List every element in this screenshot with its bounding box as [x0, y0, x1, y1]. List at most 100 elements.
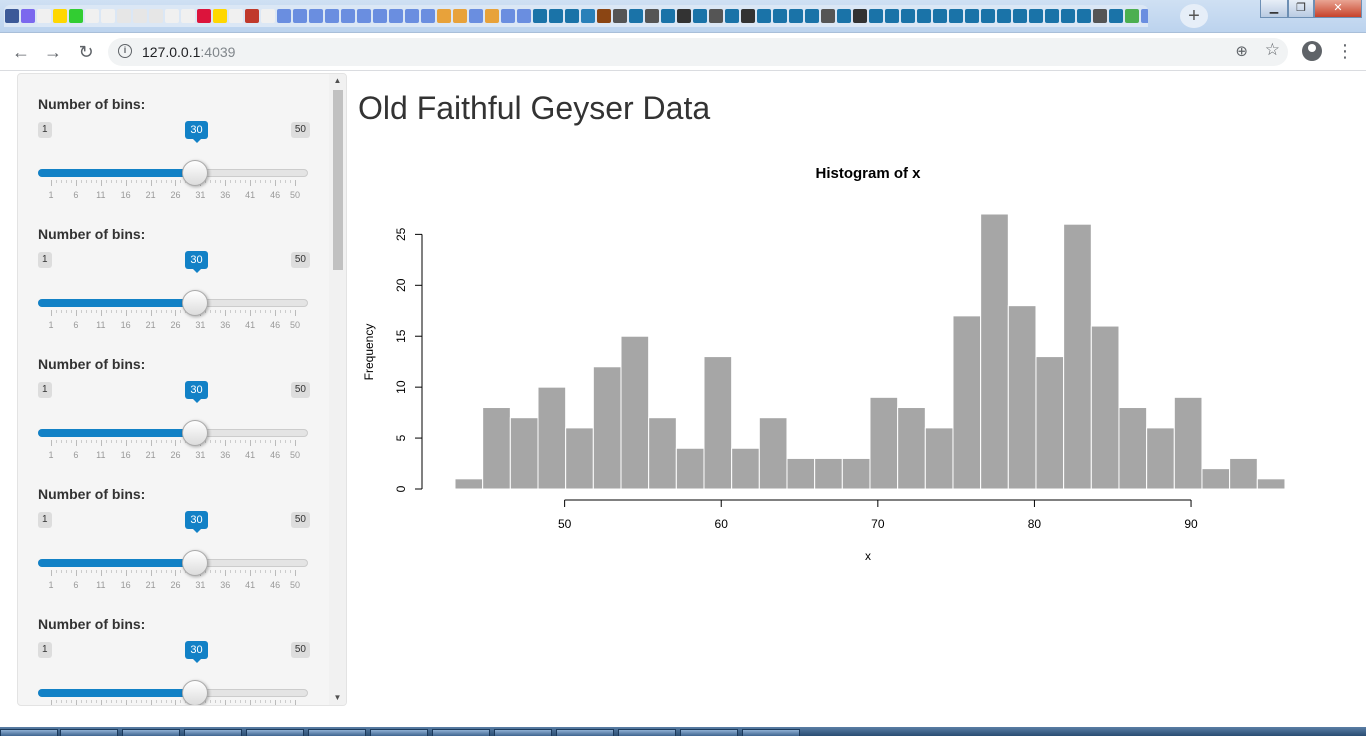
forward-icon[interactable]: →: [42, 41, 64, 63]
tab-favicon-icon[interactable]: [629, 9, 643, 23]
tab-favicon-icon[interactable]: [933, 9, 947, 23]
tab-favicon-icon[interactable]: [229, 9, 243, 23]
tab-favicon-icon[interactable]: [837, 9, 851, 23]
tab-favicon-icon[interactable]: [549, 9, 563, 23]
tab-favicon-icon[interactable]: [485, 9, 499, 23]
tab-favicon-icon[interactable]: [1141, 9, 1148, 23]
tab-favicon-icon[interactable]: [581, 9, 595, 23]
tab-favicon-icon[interactable]: [149, 9, 163, 23]
taskbar-app-button[interactable]: [60, 729, 118, 736]
tab-favicon-icon[interactable]: [1029, 9, 1043, 23]
tab-favicon-icon[interactable]: [645, 9, 659, 23]
tab-favicon-icon[interactable]: [821, 9, 835, 23]
browser-menu-icon[interactable]: ⋮: [1336, 41, 1354, 61]
address-bar[interactable]: i 127.0.0.1:4039 ⊕ ☆: [108, 38, 1288, 66]
tab-favicon-icon[interactable]: [1045, 9, 1059, 23]
tab-favicon-icon[interactable]: [981, 9, 995, 23]
tab-favicon-icon[interactable]: [245, 9, 259, 23]
tab-favicon-icon[interactable]: [949, 9, 963, 23]
tab-favicon-icon[interactable]: [789, 9, 803, 23]
bookmark-star-icon[interactable]: ☆: [1265, 40, 1280, 60]
minimize-button[interactable]: ▁: [1260, 0, 1288, 18]
taskbar-app-button[interactable]: [618, 729, 676, 736]
tab-favicon-icon[interactable]: [709, 9, 723, 23]
tab-favicon-icon[interactable]: [565, 9, 579, 23]
tab-favicon-icon[interactable]: [85, 9, 99, 23]
tab-favicon-icon[interactable]: [293, 9, 307, 23]
tab-favicon-icon[interactable]: [693, 9, 707, 23]
tab-favicon-icon[interactable]: [677, 9, 691, 23]
tab-favicon-icon[interactable]: [277, 9, 291, 23]
tab-favicon-icon[interactable]: [405, 9, 419, 23]
taskbar-app-button[interactable]: [308, 729, 366, 736]
tab-favicon-icon[interactable]: [197, 9, 211, 23]
tab-favicon-icon[interactable]: [325, 9, 339, 23]
tab-favicon-icon[interactable]: [885, 9, 899, 23]
tab-favicon-icon[interactable]: [37, 9, 51, 23]
tab-favicon-icon[interactable]: [309, 9, 323, 23]
taskbar-app-button[interactable]: [494, 729, 552, 736]
taskbar-app-button[interactable]: [680, 729, 738, 736]
maximize-button[interactable]: ❐: [1288, 0, 1314, 18]
tab-favicon-icon[interactable]: [341, 9, 355, 23]
scroll-up-arrow-icon[interactable]: ▲: [329, 74, 346, 88]
reload-icon[interactable]: ↻: [75, 41, 97, 63]
sidebar-scrollbar[interactable]: ▲ ▼: [329, 74, 346, 705]
tab-favicon-icon[interactable]: [69, 9, 83, 23]
tab-favicon-icon[interactable]: [1013, 9, 1027, 23]
tab-favicon-icon[interactable]: [1109, 9, 1123, 23]
tab-favicon-icon[interactable]: [741, 9, 755, 23]
tab-favicon-icon[interactable]: [5, 9, 19, 23]
site-info-icon[interactable]: i: [118, 44, 132, 58]
tab-favicon-icon[interactable]: [773, 9, 787, 23]
taskbar-app-button[interactable]: [370, 729, 428, 736]
tab-favicon-icon[interactable]: [661, 9, 675, 23]
tab-favicon-icon[interactable]: [133, 9, 147, 23]
tab-favicon-icon[interactable]: [869, 9, 883, 23]
tab-favicon-icon[interactable]: [917, 9, 931, 23]
tab-favicon-icon[interactable]: [597, 9, 611, 23]
taskbar-app-button[interactable]: [184, 729, 242, 736]
tab-favicon-icon[interactable]: [1093, 9, 1107, 23]
tab-favicon-icon[interactable]: [901, 9, 915, 23]
tab-favicon-icon[interactable]: [757, 9, 771, 23]
tab-favicon-icon[interactable]: [1077, 9, 1091, 23]
tab-favicon-icon[interactable]: [101, 9, 115, 23]
tab-favicon-icon[interactable]: [805, 9, 819, 23]
taskbar-app-button[interactable]: [742, 729, 800, 736]
tab-favicon-icon[interactable]: [533, 9, 547, 23]
tab-favicon-icon[interactable]: [853, 9, 867, 23]
tab-favicon-icon[interactable]: [613, 9, 627, 23]
taskbar-app-button[interactable]: [556, 729, 614, 736]
taskbar-app-button[interactable]: [122, 729, 180, 736]
tab-favicon-icon[interactable]: [165, 9, 179, 23]
account-icon[interactable]: [1302, 41, 1322, 61]
taskbar-app-button[interactable]: [0, 729, 58, 736]
tab-favicon-icon[interactable]: [965, 9, 979, 23]
tab-favicon-icon[interactable]: [1125, 9, 1139, 23]
tab-favicon-icon[interactable]: [357, 9, 371, 23]
tab-favicon-icon[interactable]: [389, 9, 403, 23]
scroll-thumb[interactable]: [333, 90, 343, 270]
taskbar-app-button[interactable]: [246, 729, 304, 736]
tab-favicon-icon[interactable]: [517, 9, 531, 23]
tab-favicon-icon[interactable]: [437, 9, 451, 23]
tab-favicon-icon[interactable]: [501, 9, 515, 23]
tab-favicon-icon[interactable]: [373, 9, 387, 23]
tab-favicon-icon[interactable]: [725, 9, 739, 23]
tab-favicon-icon[interactable]: [117, 9, 131, 23]
new-tab-button[interactable]: +: [1180, 4, 1208, 28]
tab-favicon-icon[interactable]: [421, 9, 435, 23]
tab-favicon-icon[interactable]: [21, 9, 35, 23]
address-url[interactable]: 127.0.0.1:4039: [142, 44, 235, 60]
back-icon[interactable]: ←: [10, 41, 32, 63]
tab-favicon-icon[interactable]: [1061, 9, 1075, 23]
tab-favicon-icon[interactable]: [213, 9, 227, 23]
tab-favicon-icon[interactable]: [997, 9, 1011, 23]
tab-favicon-icon[interactable]: [453, 9, 467, 23]
tab-favicon-icon[interactable]: [469, 9, 483, 23]
close-window-button[interactable]: ✕: [1314, 0, 1362, 18]
tab-favicon-icon[interactable]: [261, 9, 275, 23]
tab-favicon-icon[interactable]: [181, 9, 195, 23]
taskbar-app-button[interactable]: [432, 729, 490, 736]
